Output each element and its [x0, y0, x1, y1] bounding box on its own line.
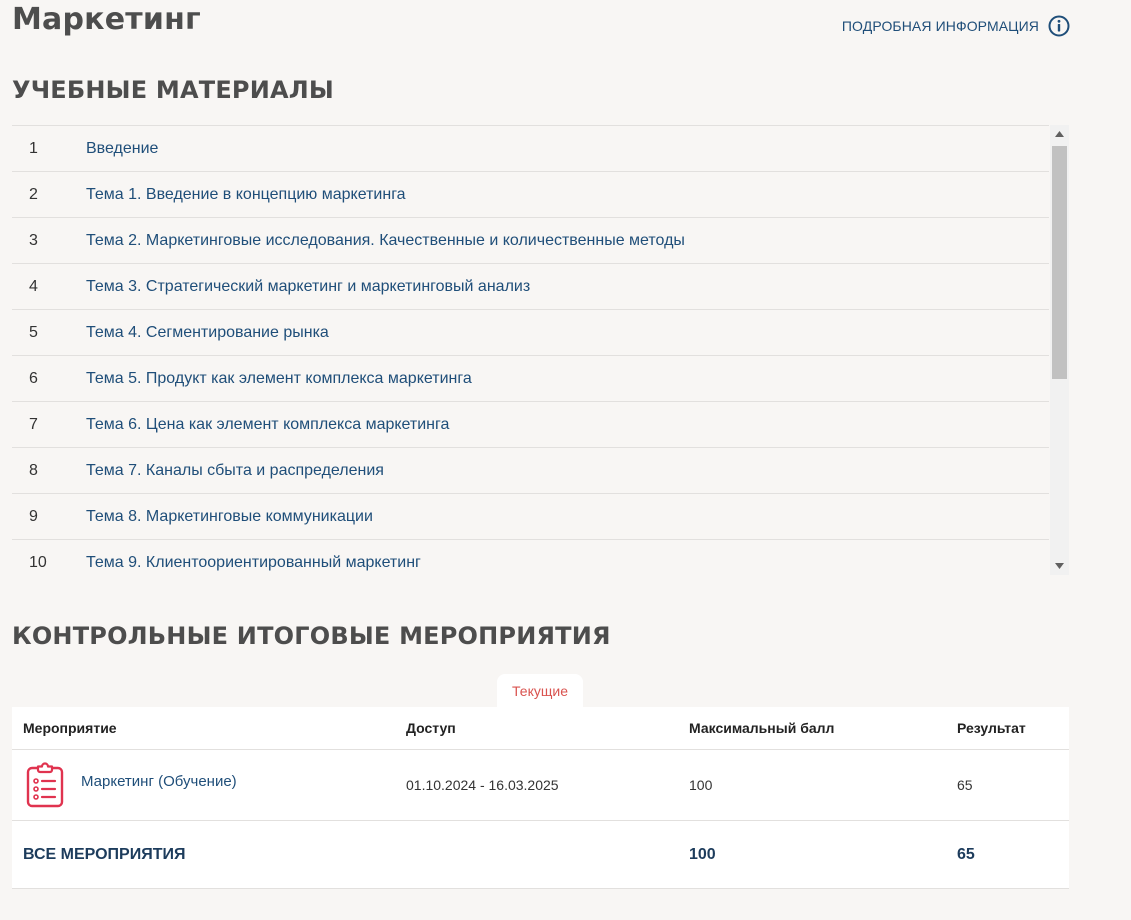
material-item[interactable]: 4 Тема 3. Стратегический маркетинг и мар…	[12, 264, 1049, 310]
material-link[interactable]: Тема 2. Маркетинговые исследования. Каче…	[86, 232, 685, 250]
more-info-link[interactable]: ПОДРОБНАЯ ИНФОРМАЦИЯ	[842, 15, 1070, 37]
event-cell: Маркетинг (Обучение)	[12, 749, 406, 821]
material-number: 9	[29, 507, 38, 525]
material-item[interactable]: 5 Тема 4. Сегментирование рынка	[12, 310, 1049, 356]
triangle-up-icon	[1055, 131, 1064, 137]
scroll-up-button[interactable]	[1050, 125, 1069, 143]
more-info-label: ПОДРОБНАЯ ИНФОРМАЦИЯ	[841, 18, 1039, 34]
material-link[interactable]: Тема 7. Каналы сбыта и распределения	[86, 462, 384, 480]
material-link[interactable]: Тема 5. Продукт как элемент комплекса ма…	[86, 370, 472, 388]
clipboard-checklist-icon	[26, 762, 64, 808]
events-table: Мероприятие Доступ Максимальный балл Рез…	[12, 707, 1069, 889]
total-result: 65	[957, 820, 1069, 889]
materials-panel: 1 Введение 2 Тема 1. Введение в концепци…	[12, 125, 1069, 575]
material-item[interactable]: 6 Тема 5. Продукт как элемент комплекса …	[12, 356, 1049, 402]
material-item[interactable]: 2 Тема 1. Введение в концепцию маркетинг…	[12, 172, 1049, 218]
materials-list: 1 Введение 2 Тема 1. Введение в концепци…	[12, 125, 1049, 575]
tab-current[interactable]: Текущие	[497, 674, 583, 707]
material-item[interactable]: 7 Тема 6. Цена как элемент комплекса мар…	[12, 402, 1049, 448]
scroll-down-button[interactable]	[1050, 557, 1069, 575]
total-label: ВСЕ МЕРОПРИЯТИЯ	[12, 820, 406, 889]
material-link[interactable]: Тема 1. Введение в концепцию маркетинга	[86, 186, 406, 204]
events-section-title: КОНТРОЛЬНЫЕ ИТОГОВЫЕ МЕРОПРИЯТИЯ	[12, 622, 611, 650]
column-header-result: Результат	[957, 707, 1069, 750]
total-max-score: 100	[689, 820, 957, 889]
column-header-max-score: Максимальный балл	[689, 707, 957, 750]
table-header-row: Мероприятие Доступ Максимальный балл Рез…	[12, 707, 1069, 750]
info-circle-icon	[1048, 15, 1070, 37]
material-link[interactable]: Введение	[86, 140, 158, 158]
material-link[interactable]: Тема 8. Маркетинговые коммуникации	[86, 508, 373, 526]
page-title: Маркетинг	[12, 2, 201, 37]
event-link[interactable]: Маркетинг (Обучение)	[81, 773, 237, 790]
triangle-down-icon	[1055, 563, 1064, 569]
scroll-thumb[interactable]	[1052, 146, 1067, 379]
event-result: 65	[957, 749, 1069, 821]
material-item[interactable]: 8 Тема 7. Каналы сбыта и распределения	[12, 448, 1049, 494]
material-item[interactable]: 1 Введение	[12, 126, 1049, 172]
material-number: 3	[29, 231, 38, 249]
material-link[interactable]: Тема 9. Клиентоориентированный маркетинг	[86, 554, 421, 572]
material-number: 7	[29, 415, 38, 433]
material-number: 2	[29, 185, 38, 203]
material-number: 6	[29, 369, 38, 387]
material-link[interactable]: Тема 6. Цена как элемент комплекса марке…	[86, 416, 449, 434]
materials-scrollbar[interactable]	[1050, 125, 1069, 575]
event-max-score: 100	[689, 749, 957, 821]
material-link[interactable]: Тема 3. Стратегический маркетинг и марке…	[86, 278, 530, 296]
material-number: 8	[29, 461, 38, 479]
material-item[interactable]: 10 Тема 9. Клиентоориентированный маркет…	[12, 540, 1049, 575]
material-link[interactable]: Тема 4. Сегментирование рынка	[86, 324, 329, 342]
column-header-access: Доступ	[406, 707, 689, 750]
materials-section-title: УЧЕБНЫЕ МАТЕРИАЛЫ	[12, 76, 334, 104]
event-name-cell: Маркетинг (Обучение)	[23, 762, 406, 808]
total-empty-cell	[406, 820, 689, 889]
material-number: 10	[29, 553, 47, 571]
table-row: Маркетинг (Обучение) 01.10.2024 - 16.03.…	[12, 749, 1069, 821]
event-access: 01.10.2024 - 16.03.2025	[406, 749, 689, 821]
material-number: 1	[29, 139, 38, 157]
material-item[interactable]: 9 Тема 8. Маркетинговые коммуникации	[12, 494, 1049, 540]
material-item[interactable]: 3 Тема 2. Маркетинговые исследования. Ка…	[12, 218, 1049, 264]
material-number: 5	[29, 323, 38, 341]
column-header-event: Мероприятие	[12, 707, 406, 750]
total-row: ВСЕ МЕРОПРИЯТИЯ 100 65	[12, 820, 1069, 889]
material-number: 4	[29, 277, 38, 295]
